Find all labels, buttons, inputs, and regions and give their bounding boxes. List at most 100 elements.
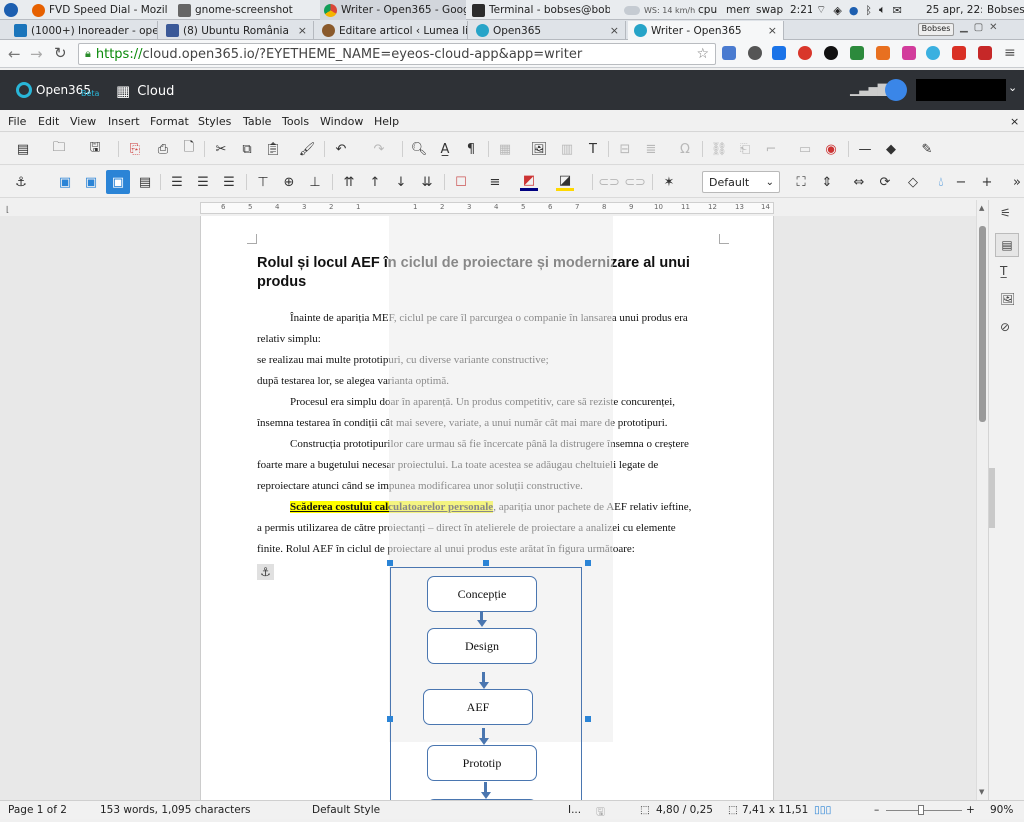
flowchart-frame[interactable]: Concepție Design AEF Prototip: [390, 567, 582, 800]
taskbar-item-firefox[interactable]: FVD Speed Dial - Mozilla ...: [28, 0, 168, 20]
properties-icon[interactable]: ✶: [660, 173, 678, 191]
browser-menu-icon[interactable]: ≡: [1004, 45, 1016, 61]
border-style-icon[interactable]: ≡: [486, 173, 504, 191]
insert-field-icon[interactable]: ≣: [642, 140, 660, 158]
volume-icon[interactable]: 🔈︎: [879, 3, 886, 17]
ext-green-icon[interactable]: [850, 46, 864, 60]
system-menu-icon[interactable]: [0, 0, 24, 20]
tab-open365[interactable]: Open365 ×: [470, 21, 626, 40]
ext-red-icon[interactable]: [978, 46, 992, 60]
menu-window[interactable]: Window: [320, 110, 363, 132]
borders-icon[interactable]: ☐: [452, 173, 470, 191]
resize-handle[interactable]: [483, 560, 489, 566]
mail-icon[interactable]: ✉: [893, 4, 902, 17]
insert-image-icon[interactable]: 🖼︎: [530, 140, 548, 158]
user-menu[interactable]: Bobses: [983, 0, 1024, 20]
cloud-ext-icon[interactable]: [748, 46, 762, 60]
flow-box-aef[interactable]: AEF: [423, 689, 533, 725]
maximize-icon[interactable]: ▢: [974, 22, 989, 33]
formatting-marks-icon[interactable]: ¶: [462, 140, 480, 158]
forward-icon[interactable]: →: [30, 45, 43, 63]
link-frames-icon[interactable]: ⊂⊃: [598, 173, 620, 191]
resize-handle[interactable]: [585, 716, 591, 722]
refresh-ext-icon[interactable]: [926, 46, 940, 60]
special-char-icon[interactable]: Ω: [676, 140, 694, 158]
zoom-slider[interactable]: [886, 810, 962, 811]
tab-stop-icon[interactable]: ⌊: [6, 205, 9, 214]
zoom-plus-icon[interactable]: +: [978, 173, 996, 191]
insert-mode-icon[interactable]: I...: [568, 804, 581, 816]
border-color-icon[interactable]: ◩: [520, 173, 538, 191]
draw-functions-icon[interactable]: ✎: [918, 140, 936, 158]
close-tab-icon[interactable]: ×: [768, 24, 777, 37]
clock[interactable]: 25 apr, 22:05: [922, 0, 982, 20]
apps-launcher[interactable]: ▦ Cloud: [116, 82, 174, 100]
close-window-icon[interactable]: ✕: [989, 22, 1003, 33]
word-count[interactable]: 153 words, 1,095 characters: [100, 804, 250, 816]
cloud-sync-icon[interactable]: [885, 79, 907, 101]
zoom-slider-handle[interactable]: [918, 805, 924, 815]
translate-icon[interactable]: [722, 46, 736, 60]
menu-styles[interactable]: Styles: [198, 110, 231, 132]
menu-view[interactable]: View: [70, 110, 96, 132]
page-style[interactable]: Default Style: [312, 804, 380, 816]
comment-icon[interactable]: ▭: [796, 140, 814, 158]
frame-style-select[interactable]: Default ⌄: [702, 171, 780, 193]
zoom-in-button[interactable]: +: [966, 804, 975, 816]
wrap-through-icon[interactable]: ▣: [106, 170, 130, 194]
user-name-redacted[interactable]: [916, 79, 1006, 101]
bookmark-icon[interactable]: ⌐: [762, 140, 780, 158]
anchor-icon[interactable]: ⚓: [257, 564, 274, 580]
cut-icon[interactable]: ✂: [212, 140, 230, 158]
taskbar-item-chrome[interactable]: Writer - Open365 - Googl...: [320, 0, 466, 20]
tab-facebook[interactable]: (8) Ubuntu România ×: [160, 21, 314, 40]
scrollbar-thumb[interactable]: [979, 226, 986, 422]
doc-modified-icon[interactable]: 🖫︎: [596, 804, 605, 822]
sidebar-gallery-icon[interactable]: 🖼︎: [1000, 292, 1015, 306]
cpu-monitor[interactable]: cpu: [694, 0, 720, 20]
tab-writer[interactable]: Writer - Open365 ×: [628, 21, 784, 40]
resize-handle[interactable]: [387, 560, 393, 566]
transparency-icon[interactable]: 💧︎: [932, 173, 950, 191]
undo-icon[interactable]: ↶: [332, 140, 350, 158]
chevron-down-icon[interactable]: ⌄: [1008, 81, 1017, 94]
open-folder-icon[interactable]: 🗀︎: [50, 140, 68, 158]
footnote-icon[interactable]: ⎗: [736, 140, 754, 158]
dropbox-icon[interactable]: ◈: [833, 4, 841, 17]
insert-chart-icon[interactable]: ▥: [558, 140, 576, 158]
zoom-minus-icon[interactable]: −: [952, 173, 970, 191]
sidebar-properties-icon[interactable]: ▤: [995, 233, 1019, 257]
url-bar[interactable]: 🔒︎ https://cloud.open365.io/?EYETHEME_NA…: [78, 43, 716, 65]
bookmark-star-icon[interactable]: ☆: [696, 46, 709, 62]
resize-handle[interactable]: [585, 560, 591, 566]
close-tab-icon[interactable]: ×: [298, 24, 307, 37]
menu-table[interactable]: Table: [243, 110, 271, 132]
taskbar-item-screenshot[interactable]: gnome-screenshot: [174, 0, 316, 20]
open365-logo[interactable]: Open365 Beta: [16, 81, 99, 98]
align-left-icon[interactable]: ☰: [168, 173, 186, 191]
menu-insert[interactable]: Insert: [108, 110, 140, 132]
anchor-icon[interactable]: ⚓: [12, 173, 30, 191]
menu-tools[interactable]: Tools: [282, 110, 309, 132]
align-center-icon[interactable]: ☰: [194, 173, 212, 191]
print-preview-icon[interactable]: 🗋︎: [180, 140, 198, 158]
page-count[interactable]: Page 1 of 2: [8, 804, 67, 816]
align-right-icon[interactable]: ☰: [220, 173, 238, 191]
flow-box-prototip[interactable]: Prototip: [427, 745, 537, 781]
rotate-icon[interactable]: ⟳: [876, 173, 894, 191]
align-bottom-icon[interactable]: ⊥: [306, 173, 324, 191]
hyperlink-icon[interactable]: ⛓︎: [710, 140, 728, 158]
back-one-icon[interactable]: ↓: [392, 173, 410, 191]
page-break-icon[interactable]: ⊟: [616, 140, 634, 158]
ext-x-icon[interactable]: [772, 46, 786, 60]
flip-horizontal-icon[interactable]: ⇔: [850, 173, 868, 191]
clone-formatting-icon[interactable]: 🖌︎: [298, 140, 316, 158]
ext-fire-icon[interactable]: [876, 46, 890, 60]
view-layout-icons[interactable]: ▯▯▯: [814, 804, 831, 816]
menu-format[interactable]: Format: [150, 110, 189, 132]
unlink-frames-icon[interactable]: ⊂⊃: [624, 173, 646, 191]
flip-vertical-icon[interactable]: ⇕: [818, 173, 836, 191]
insert-line-icon[interactable]: —: [856, 140, 874, 158]
wrap-page-icon[interactable]: ▣: [82, 173, 100, 191]
vertical-scrollbar[interactable]: ▲ ▼: [976, 200, 988, 800]
